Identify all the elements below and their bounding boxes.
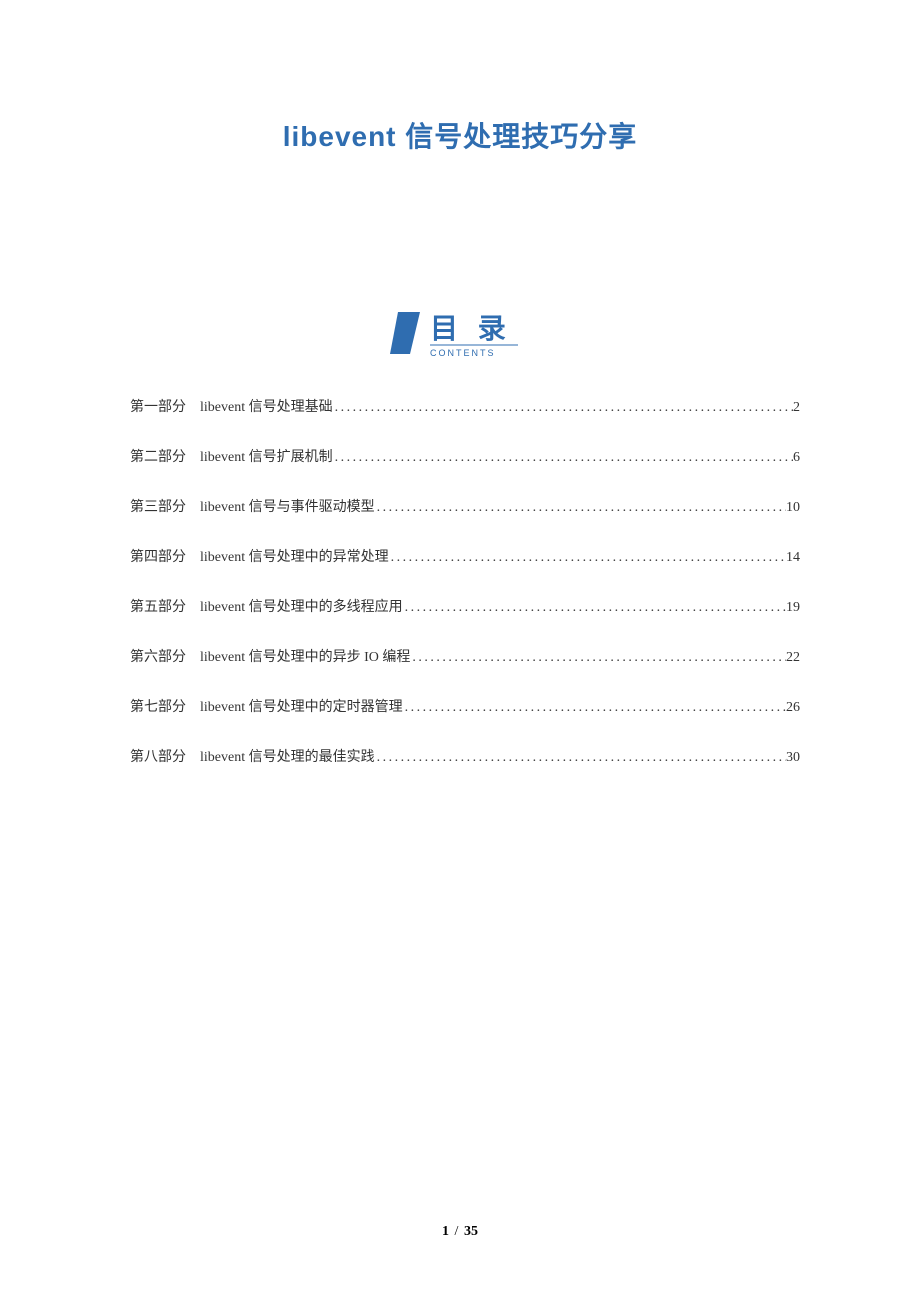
toc-page-number: 22	[786, 650, 800, 666]
toc-entry[interactable]: 第五部分 libevent 信号处理中的多线程应用 19	[130, 596, 800, 616]
toc-part-label: 第二部分	[130, 446, 186, 466]
page-footer: 1 / 35	[0, 1224, 920, 1240]
toc-part-label: 第一部分	[130, 396, 186, 416]
document-title: libevent 信号处理技巧分享	[120, 115, 800, 155]
toc-entry-title: libevent 信号处理中的多线程应用	[200, 596, 403, 616]
current-page: 1	[442, 1224, 449, 1239]
toc-page-number: 19	[786, 600, 800, 616]
toc-entry-title: libevent 信号处理中的异步 IO 编程	[200, 646, 410, 666]
toc-page-number: 14	[786, 550, 800, 566]
toc-part-label: 第三部分	[130, 496, 186, 516]
toc-entry-title: libevent 信号与事件驱动模型	[200, 496, 375, 516]
toc-entry[interactable]: 第一部分 libevent 信号处理基础 2	[130, 396, 800, 416]
toc-page-number: 26	[786, 700, 800, 716]
toc-list: 第一部分 libevent 信号处理基础 2 第二部分 libevent 信号扩…	[120, 396, 800, 766]
toc-page-number: 2	[793, 400, 800, 416]
toc-entry[interactable]: 第二部分 libevent 信号扩展机制 6	[130, 446, 800, 466]
page-separator: /	[455, 1224, 459, 1239]
toc-header: 目 录 CONTENTS	[120, 310, 800, 362]
toc-entry-title: libevent 信号处理基础	[200, 396, 333, 416]
toc-leader-dots	[403, 600, 786, 616]
toc-leader-dots	[410, 650, 786, 666]
toc-page-number: 30	[786, 750, 800, 766]
toc-entry-title: libevent 信号扩展机制	[200, 446, 333, 466]
toc-entry[interactable]: 第八部分 libevent 信号处理的最佳实践 30	[130, 746, 800, 766]
toc-entry-title: libevent 信号处理的最佳实践	[200, 746, 375, 766]
toc-leader-dots	[333, 400, 793, 416]
toc-part-label: 第七部分	[130, 696, 186, 716]
toc-entry[interactable]: 第七部分 libevent 信号处理中的定时器管理 26	[130, 696, 800, 716]
toc-entry[interactable]: 第四部分 libevent 信号处理中的异常处理 14	[130, 546, 800, 566]
document-page: libevent 信号处理技巧分享 目 录 CONTENTS 第一部分 libe…	[0, 0, 920, 1302]
toc-page-number: 6	[793, 450, 800, 466]
toc-leader-dots	[375, 750, 786, 766]
toc-subheading-text: CONTENTS	[430, 348, 496, 358]
toc-entry[interactable]: 第三部分 libevent 信号与事件驱动模型 10	[130, 496, 800, 516]
toc-part-label: 第六部分	[130, 646, 186, 666]
total-pages: 35	[464, 1224, 478, 1239]
toc-page-number: 10	[786, 500, 800, 516]
toc-part-label: 第五部分	[130, 596, 186, 616]
toc-entry-title: libevent 信号处理中的定时器管理	[200, 696, 403, 716]
toc-leader-dots	[375, 500, 786, 516]
toc-part-label: 第八部分	[130, 746, 186, 766]
toc-entry[interactable]: 第六部分 libevent 信号处理中的异步 IO 编程 22	[130, 646, 800, 666]
toc-heading-text: 目 录	[430, 313, 512, 344]
contents-icon: 目 录 CONTENTS	[390, 310, 530, 362]
toc-leader-dots	[389, 550, 786, 566]
toc-leader-dots	[403, 700, 786, 716]
toc-part-label: 第四部分	[130, 546, 186, 566]
toc-entry-title: libevent 信号处理中的异常处理	[200, 546, 389, 566]
toc-leader-dots	[333, 450, 793, 466]
